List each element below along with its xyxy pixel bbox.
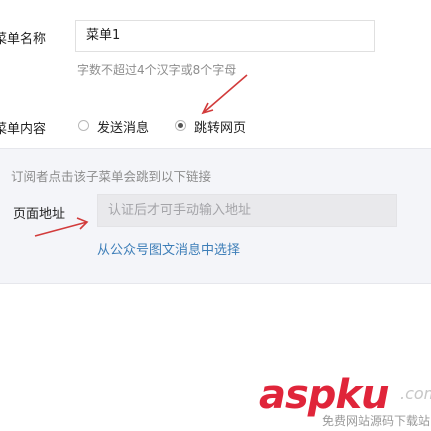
watermark-subtitle: 免费网站源码下载站!	[322, 414, 431, 428]
menu-name-hint: 字数不超过4个汉字或8个字母	[77, 63, 237, 77]
radio-send-message[interactable]	[78, 120, 89, 131]
radio-send-message-label[interactable]: 发送消息	[97, 117, 149, 136]
jump-description: 订阅者点击该子菜单会跳到以下链接	[11, 169, 212, 184]
page-url-input[interactable]: 认证后才可手动输入地址	[97, 194, 397, 227]
choose-from-articles-link[interactable]: 从公众号图文消息中选择	[97, 239, 240, 258]
watermark-suffix: .com	[400, 384, 431, 403]
menu-content-label: 菜单内容	[0, 122, 47, 137]
arrow-to-radio	[201, 74, 248, 115]
page-url-label: 页面地址	[13, 207, 66, 222]
radio-jump-webpage-label[interactable]: 跳转网页	[194, 117, 246, 136]
radio-jump-webpage[interactable]	[175, 120, 186, 131]
menu-name-label: 菜单名称	[0, 32, 47, 47]
menu-name-input[interactable]: 菜单1	[75, 20, 375, 52]
